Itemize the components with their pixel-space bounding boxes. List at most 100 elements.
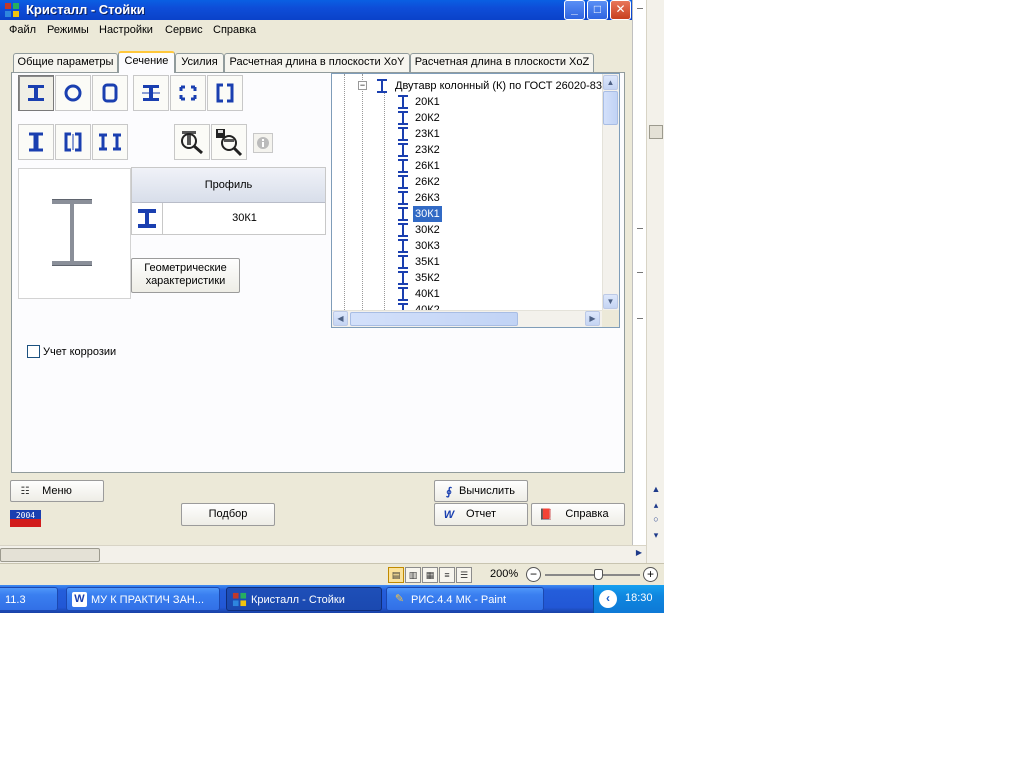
tree-vertical-thumb[interactable] xyxy=(603,91,618,125)
taskbar-item-label: 11.3 xyxy=(5,594,26,606)
rect-tube-section-button[interactable] xyxy=(92,75,128,111)
tab-length-xoy[interactable]: Расчетная длина в плоскости XoY xyxy=(224,53,410,72)
circle-section-button[interactable] xyxy=(55,75,91,111)
previous-page-icon[interactable]: ▴ xyxy=(649,498,663,512)
report-button[interactable]: W Отчет xyxy=(434,503,528,526)
i-beam-icon xyxy=(398,111,408,125)
taskbar-item-kristall[interactable]: Кристалл - Стойки xyxy=(226,587,382,611)
collapse-icon[interactable]: − xyxy=(358,81,367,90)
double-channel-section-button[interactable] xyxy=(207,75,243,111)
channel-pair-section-button[interactable] xyxy=(18,124,54,160)
tab-length-xoz[interactable]: Расчетная длина в плоскости XoZ xyxy=(410,53,594,72)
tree-item[interactable]: 20К2 xyxy=(398,110,478,126)
tree-item[interactable]: 40К1 xyxy=(398,286,478,302)
scroll-up-icon[interactable]: ▲ xyxy=(603,75,618,90)
vertical-scroll-thumb[interactable] xyxy=(649,125,663,139)
menu-service[interactable]: Сервис xyxy=(165,24,203,36)
title-bar[interactable]: Кристалл - Стойки _ □ ✕ xyxy=(0,0,632,20)
profile-tree[interactable]: − Двутавр колонный (К) по ГОСТ 26020-83 … xyxy=(331,73,620,328)
tree-item[interactable]: 35К1 xyxy=(398,254,478,270)
tree-item[interactable]: 26К1 xyxy=(398,158,478,174)
menu-help[interactable]: Справка xyxy=(213,24,256,36)
tree-item[interactable]: 26К3 xyxy=(398,190,478,206)
maximize-icon[interactable]: □ xyxy=(587,0,608,20)
tree-item-selected[interactable]: 30К1 xyxy=(398,206,478,222)
circle-tube-icon xyxy=(64,84,82,102)
tab-section[interactable]: Сечение xyxy=(118,51,175,73)
welded-i-beam-icon xyxy=(142,85,160,101)
zoom-level[interactable]: 200% xyxy=(490,568,518,580)
web-view-button[interactable]: ▥ xyxy=(405,567,421,583)
taskbar-item-11-3[interactable]: 11.3 xyxy=(0,587,58,611)
show-hidden-icons-icon[interactable]: ‹ xyxy=(599,590,617,608)
tree-item[interactable]: 30К2 xyxy=(398,222,478,238)
print-view-button[interactable]: ▦ xyxy=(422,567,438,583)
tab-general-parameters[interactable]: Общие параметры xyxy=(13,53,118,72)
scroll-left-icon[interactable]: ◀ xyxy=(333,311,348,326)
magnifier-section-icon xyxy=(181,131,203,155)
scroll-up-icon[interactable]: ▲ xyxy=(649,482,663,496)
taskbar-item-label: Кристалл - Стойки xyxy=(251,594,345,606)
tree-item[interactable]: 26К2 xyxy=(398,174,478,190)
boxed-channel-section-button[interactable] xyxy=(55,124,91,160)
menu-button[interactable]: ☷ Меню xyxy=(10,480,104,502)
zoom-slider-thumb[interactable] xyxy=(594,569,603,580)
save-section-button[interactable] xyxy=(211,124,247,160)
taskbar-item-word[interactable]: W МУ К ПРАКТИЧ ЗАН... xyxy=(66,587,220,611)
i-beam-icon xyxy=(398,143,408,157)
tree-vertical-scrollbar[interactable]: ▲ ▼ xyxy=(602,74,619,312)
browse-object-icon[interactable]: ○ xyxy=(649,512,663,526)
tree-item[interactable]: 23К1 xyxy=(398,126,478,142)
close-icon[interactable]: ✕ xyxy=(610,0,631,20)
profile-value[interactable]: 30К1 xyxy=(164,203,325,234)
scroll-right-icon[interactable]: ▶ xyxy=(585,311,600,326)
zoom-out-icon[interactable]: − xyxy=(526,567,541,582)
menu-settings[interactable]: Настройки xyxy=(99,24,153,36)
zoom-in-icon[interactable]: + xyxy=(643,567,658,582)
horizontal-scroll-thumb[interactable] xyxy=(0,548,100,562)
tree-item[interactable]: 35К2 xyxy=(398,270,478,286)
view-section-button[interactable] xyxy=(174,124,210,160)
document-vertical-scrollbar[interactable]: ▲ ▴ ○ ▾ xyxy=(646,0,664,563)
outline-view-button[interactable]: ≡ xyxy=(439,567,455,583)
i-beam-icon xyxy=(398,127,408,141)
profile-header: Профиль xyxy=(132,168,325,203)
tree-horizontal-thumb[interactable] xyxy=(350,312,518,326)
calculate-button-label: Вычислить xyxy=(459,485,515,497)
normal-view-button[interactable]: ▤ xyxy=(388,567,404,583)
tab-forces[interactable]: Усилия xyxy=(175,53,224,72)
checkbox-box[interactable] xyxy=(27,345,40,358)
geometric-characteristics-button[interactable]: Геометрические характеристики xyxy=(131,258,240,293)
menu-bar: Файл Режимы Настройки Сервис Справка xyxy=(0,20,632,40)
tree-item[interactable]: 20К1 xyxy=(398,94,478,110)
text-boundary-mark xyxy=(637,272,643,273)
tree-item[interactable]: 23К2 xyxy=(398,142,478,158)
taskbar-item-paint[interactable]: ✎ РИС.4.4 МК - Paint xyxy=(386,587,544,611)
scroll-right-icon[interactable]: ▶ xyxy=(636,548,642,557)
reading-view-button[interactable]: ☰ xyxy=(456,567,472,583)
minimize-icon[interactable]: _ xyxy=(564,0,585,20)
document-horizontal-scrollbar[interactable]: ▶ xyxy=(0,545,646,563)
help-button[interactable]: 📕 Справка xyxy=(531,503,625,526)
paint-brush-icon: ✎ xyxy=(394,593,405,605)
double-angle-section-button[interactable] xyxy=(170,75,206,111)
next-page-icon[interactable]: ▾ xyxy=(649,528,663,542)
tree-item-label: 26К3 xyxy=(415,192,440,204)
i-beam-section-button[interactable] xyxy=(18,75,54,111)
select-button[interactable]: Подбор xyxy=(181,503,275,526)
scroll-down-icon[interactable]: ▼ xyxy=(603,294,618,309)
report-button-label: Отчет xyxy=(465,508,497,520)
t-section-button[interactable] xyxy=(133,75,169,111)
tree-root[interactable]: − Двутавр колонный (К) по ГОСТ 26020-83 xyxy=(358,78,608,94)
double-i-beam-section-button[interactable] xyxy=(92,124,128,160)
menu-modes[interactable]: Режимы xyxy=(47,24,89,36)
calculate-button[interactable]: ∮ Вычислить xyxy=(434,480,528,502)
info-icon xyxy=(257,137,269,149)
menu-file[interactable]: Файл xyxy=(9,24,36,36)
zoom-slider-track[interactable] xyxy=(545,574,640,576)
tree-horizontal-scrollbar[interactable]: ◀ ▶ xyxy=(332,310,619,327)
tree-item[interactable]: 30К3 xyxy=(398,238,478,254)
info-button[interactable] xyxy=(253,133,273,153)
tree-item-label: 35К2 xyxy=(415,272,440,284)
tree-item-label: 40К1 xyxy=(415,288,440,300)
